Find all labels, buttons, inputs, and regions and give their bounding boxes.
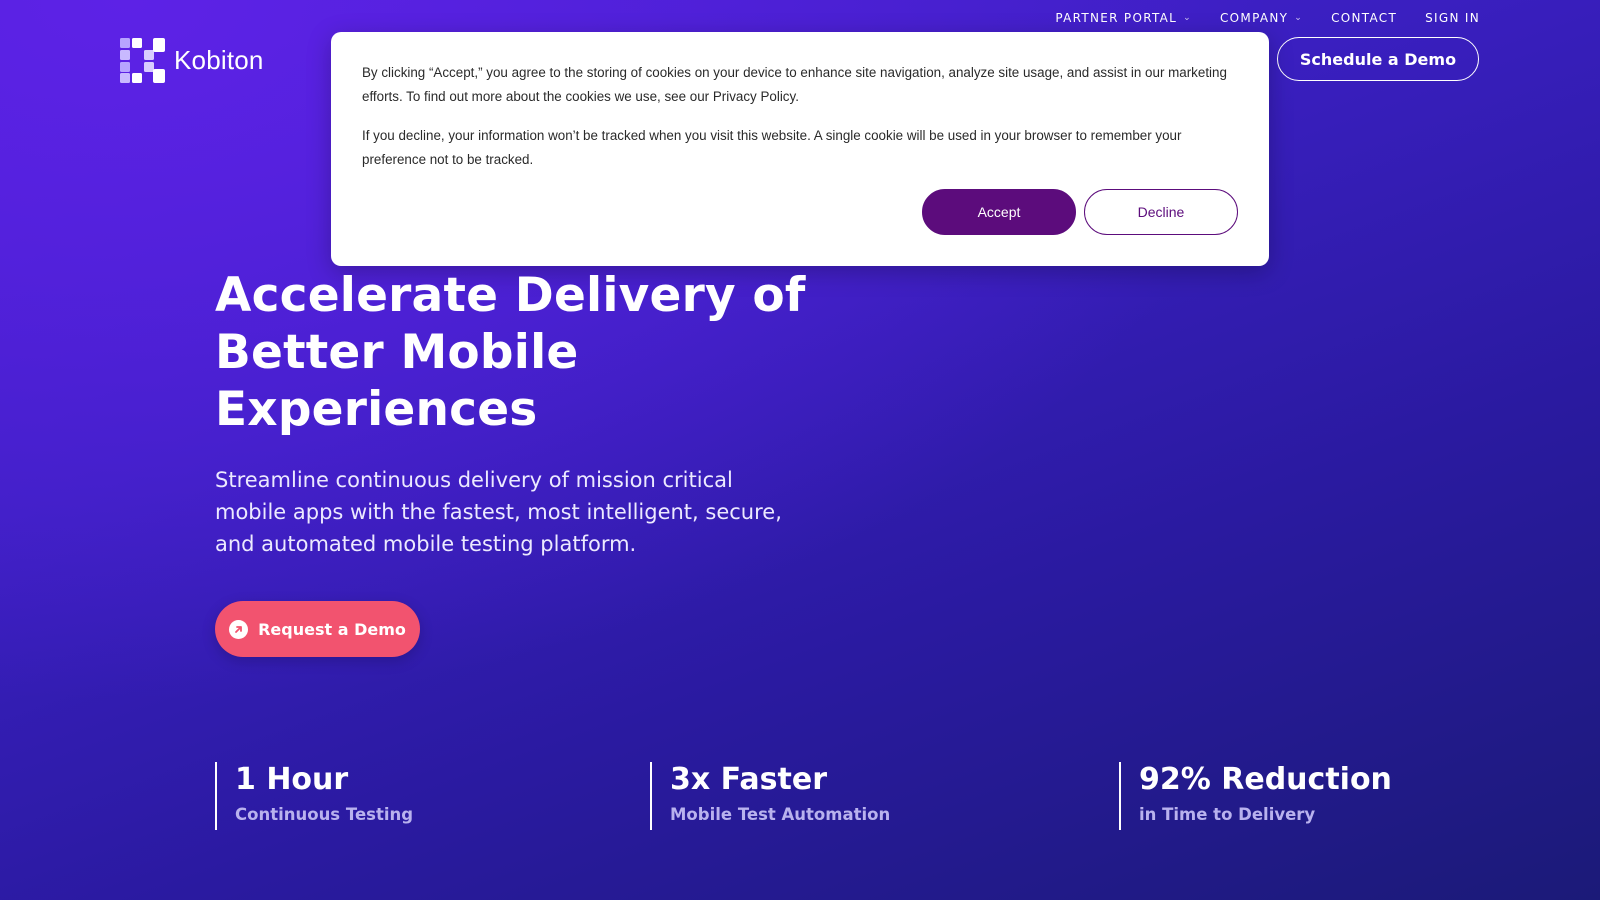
cookie-actions: Accept Decline bbox=[922, 189, 1238, 235]
cookie-text-1: By clicking “Accept,” you agree to the s… bbox=[362, 61, 1238, 109]
nav-contact[interactable]: CONTACT bbox=[1331, 11, 1397, 25]
stat-label: in Time to Delivery bbox=[1139, 805, 1316, 824]
nav-sign-in[interactable]: SIGN IN bbox=[1425, 11, 1480, 25]
nav-partner-portal-label: PARTNER PORTAL bbox=[1055, 11, 1178, 25]
stat-continuous-testing: 1 Hour Continuous Testing bbox=[215, 762, 413, 830]
cookie-consent-dialog: By clicking “Accept,” you agree to the s… bbox=[331, 32, 1269, 266]
hero-title: Accelerate Delivery of Better Mobile Exp… bbox=[215, 268, 806, 437]
nav-company-label: COMPANY bbox=[1220, 11, 1289, 25]
stat-value: 3x Faster bbox=[670, 762, 827, 797]
cookie-text-1-end: . bbox=[795, 89, 799, 104]
schedule-demo-button[interactable]: Schedule a Demo bbox=[1277, 37, 1479, 81]
decline-cookies-button[interactable]: Decline bbox=[1084, 189, 1238, 235]
kobiton-logo-icon bbox=[120, 38, 165, 83]
stat-value: 1 Hour bbox=[235, 762, 349, 797]
privacy-policy-link[interactable]: Privacy Policy bbox=[713, 89, 795, 104]
kobiton-logo[interactable]: Kobiton bbox=[120, 38, 264, 83]
utility-nav: PARTNER PORTAL ⌄ COMPANY ⌄ CONTACT SIGN … bbox=[1055, 11, 1480, 25]
stat-mobile-test-automation: 3x Faster Mobile Test Automation bbox=[650, 762, 890, 830]
nav-company[interactable]: COMPANY ⌄ bbox=[1220, 11, 1303, 25]
chevron-down-icon: ⌄ bbox=[1183, 13, 1192, 23]
nav-sign-in-label: SIGN IN bbox=[1425, 11, 1480, 25]
logo-text: Kobiton bbox=[174, 45, 264, 75]
nav-contact-label: CONTACT bbox=[1331, 11, 1398, 25]
arrow-up-right-icon bbox=[229, 619, 249, 639]
chevron-down-icon: ⌄ bbox=[1294, 13, 1304, 23]
cookie-text-2: If you decline, your information won’t b… bbox=[362, 128, 1182, 167]
nav-partner-portal[interactable]: PARTNER PORTAL ⌄ bbox=[1055, 11, 1192, 25]
stat-value: 92% Reduction bbox=[1139, 762, 1392, 797]
stat-time-to-delivery: 92% Reduction in Time to Delivery bbox=[1119, 762, 1392, 830]
request-demo-button[interactable]: Request a Demo bbox=[215, 601, 420, 657]
stat-label: Continuous Testing bbox=[235, 805, 414, 824]
stat-label: Mobile Test Automation bbox=[670, 805, 891, 824]
accept-cookies-button[interactable]: Accept bbox=[922, 189, 1076, 235]
hero-subtitle: Streamline continuous delivery of missio… bbox=[215, 468, 782, 556]
request-demo-label: Request a Demo bbox=[258, 619, 406, 639]
